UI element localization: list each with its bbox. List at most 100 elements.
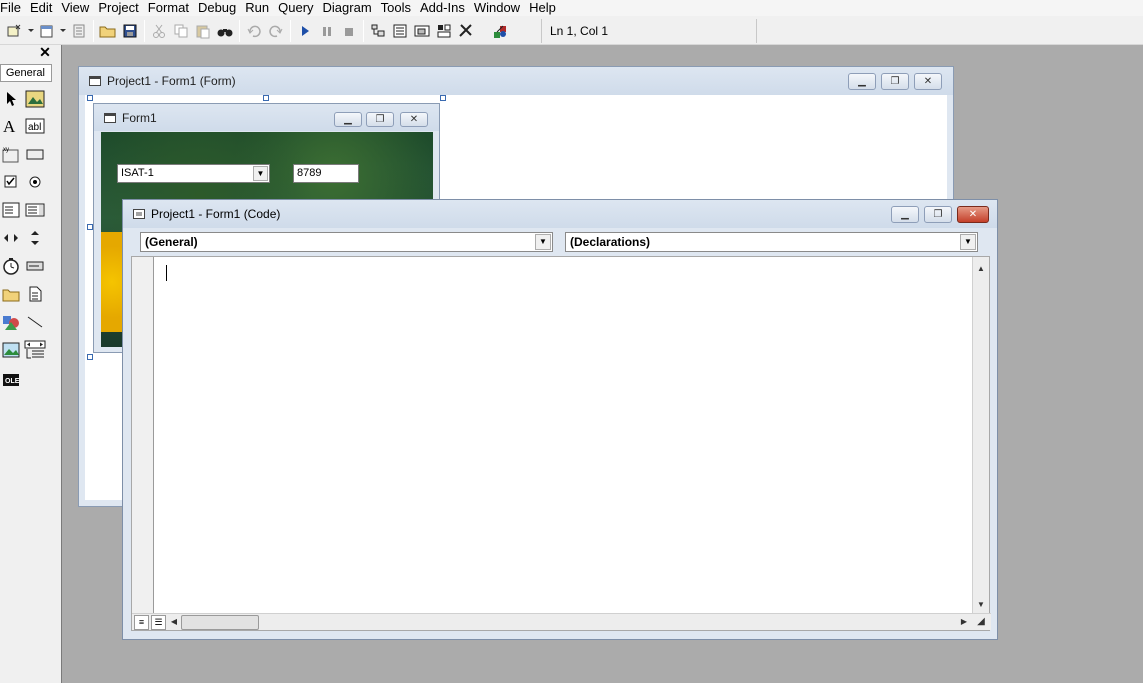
project-explorer-icon[interactable] (367, 20, 389, 42)
data-view-icon[interactable] (489, 20, 511, 42)
find-icon[interactable] (214, 20, 236, 42)
picture-box-icon[interactable] (24, 88, 46, 110)
restore-button[interactable]: ❐ (924, 206, 952, 223)
add-project-icon[interactable] (4, 20, 26, 42)
start-icon[interactable] (294, 20, 316, 42)
properties-window-icon[interactable] (389, 20, 411, 42)
code-window-title: Project1 - Form1 (Code) (151, 207, 281, 221)
combo-box-icon[interactable] (0, 199, 22, 221)
menu-query[interactable]: Query (278, 1, 318, 15)
menu-tools[interactable]: Tools (381, 1, 416, 15)
hscrollbar-icon[interactable] (0, 227, 22, 249)
scroll-down-icon[interactable]: ▼ (973, 597, 989, 613)
line-icon[interactable] (24, 311, 46, 333)
resize-handle[interactable] (87, 95, 93, 101)
scroll-up-icon[interactable]: ▲ (973, 261, 989, 277)
full-module-view-icon[interactable]: ☰ (151, 615, 166, 630)
open-project-icon[interactable] (97, 20, 119, 42)
frame-icon[interactable]: xy (0, 143, 22, 165)
add-form-dropdown-icon[interactable] (58, 20, 68, 42)
timer-icon[interactable] (0, 255, 22, 277)
data-control-icon[interactable] (24, 339, 46, 361)
object-combo[interactable]: (General) ▼ (140, 232, 553, 252)
toolbox-tab-general[interactable]: General (0, 64, 52, 82)
menu-file[interactable]: File (0, 1, 26, 15)
scroll-right-icon[interactable]: ▶ (956, 614, 972, 630)
list-box-icon[interactable] (24, 199, 46, 221)
vertical-scrollbar[interactable]: ▲ ▼ (972, 257, 989, 613)
object-browser-icon[interactable] (433, 20, 455, 42)
redo-icon[interactable] (265, 20, 287, 42)
menu-diagram[interactable]: Diagram (323, 1, 377, 15)
form-layout-icon[interactable] (411, 20, 433, 42)
paste-icon[interactable] (192, 20, 214, 42)
form1-titlebar[interactable]: Form1 ▁ ❐ ✕ (94, 104, 439, 131)
chevron-down-icon[interactable]: ▼ (535, 234, 551, 250)
scroll-left-icon[interactable]: ◀ (166, 614, 182, 630)
menu-edit[interactable]: Edit (30, 1, 57, 15)
label-icon[interactable]: A (0, 115, 22, 137)
menu-format[interactable]: Format (148, 1, 194, 15)
form-text-box[interactable]: 8789 (293, 164, 359, 183)
menu-help[interactable]: Help (529, 1, 561, 15)
textbox-icon[interactable]: abl (24, 115, 46, 137)
toolbar-group-project (4, 19, 511, 43)
pointer-icon[interactable] (0, 88, 22, 110)
menu-editor-icon[interactable] (68, 20, 90, 42)
restore-button[interactable]: ❐ (366, 112, 394, 127)
command-button-icon[interactable] (24, 143, 46, 165)
resize-handle[interactable] (263, 95, 269, 101)
save-project-icon[interactable] (119, 20, 141, 42)
end-icon[interactable] (338, 20, 360, 42)
minimize-button[interactable]: ▁ (891, 206, 919, 223)
resize-handle[interactable] (440, 95, 446, 101)
shape-icon[interactable] (0, 311, 22, 333)
close-icon[interactable]: ✕ (38, 45, 52, 60)
menu-project[interactable]: Project (98, 1, 143, 15)
option-button-icon[interactable] (24, 171, 46, 193)
code-editor[interactable]: ▲ ▼ ≡ ☰ ◀ ▶ ◢ (131, 256, 991, 631)
procedure-view-icon[interactable]: ≡ (134, 615, 149, 630)
horizontal-scrollbar[interactable]: ≡ ☰ ◀ ▶ ◢ (132, 613, 991, 630)
undo-icon[interactable] (243, 20, 265, 42)
menu-view[interactable]: View (61, 1, 94, 15)
svg-text:A: A (3, 117, 16, 135)
menu-window[interactable]: Window (474, 1, 525, 15)
size-grip-icon[interactable]: ◢ (973, 614, 989, 630)
code-window-titlebar[interactable]: Project1 - Form1 (Code) ▁ ❐ ✕ (123, 200, 997, 228)
add-form-icon[interactable] (36, 20, 58, 42)
minimize-button[interactable]: ▁ (334, 112, 362, 127)
checkbox-icon[interactable] (0, 171, 22, 193)
menu-add-ins[interactable]: Add-Ins (420, 1, 470, 15)
toolbox-icon[interactable] (455, 20, 477, 42)
horizontal-scroll-thumb[interactable] (181, 615, 259, 630)
form-designer-titlebar[interactable]: Project1 - Form1 (Form) ▁ ❐ ✕ (79, 67, 953, 95)
minimize-icon: ▁ (344, 114, 352, 125)
procedure-combo[interactable]: (Declarations) ▼ (565, 232, 978, 252)
background-figure (101, 232, 123, 332)
close-button[interactable]: ✕ (400, 112, 428, 127)
close-button[interactable]: ✕ (957, 206, 989, 223)
add-project-dropdown-icon[interactable] (26, 20, 36, 42)
copy-icon[interactable] (170, 20, 192, 42)
file-list-icon[interactable] (24, 283, 46, 305)
vscrollbar-icon[interactable] (24, 227, 46, 249)
menu-debug[interactable]: Debug (198, 1, 241, 15)
close-icon: ✕ (409, 114, 419, 125)
menu-run[interactable]: Run (245, 1, 274, 15)
dir-list-icon[interactable] (0, 283, 22, 305)
resize-handle[interactable] (87, 354, 93, 360)
drive-list-icon[interactable] (24, 255, 46, 277)
cut-icon[interactable] (148, 20, 170, 42)
chevron-down-icon[interactable]: ▼ (253, 166, 268, 181)
image-icon[interactable] (0, 339, 22, 361)
minimize-button[interactable]: ▁ (848, 73, 876, 90)
chevron-down-icon[interactable]: ▼ (960, 234, 976, 250)
form-combo-box[interactable]: ISAT-1 ▼ (117, 164, 270, 183)
code-margin-indicator[interactable] (132, 257, 154, 613)
break-icon[interactable] (316, 20, 338, 42)
restore-button[interactable]: ❐ (881, 73, 909, 90)
close-button[interactable]: ✕ (914, 73, 942, 90)
ole-icon[interactable]: OLE (0, 369, 22, 391)
code-window[interactable]: Project1 - Form1 (Code) ▁ ❐ ✕ (General) … (122, 199, 998, 640)
